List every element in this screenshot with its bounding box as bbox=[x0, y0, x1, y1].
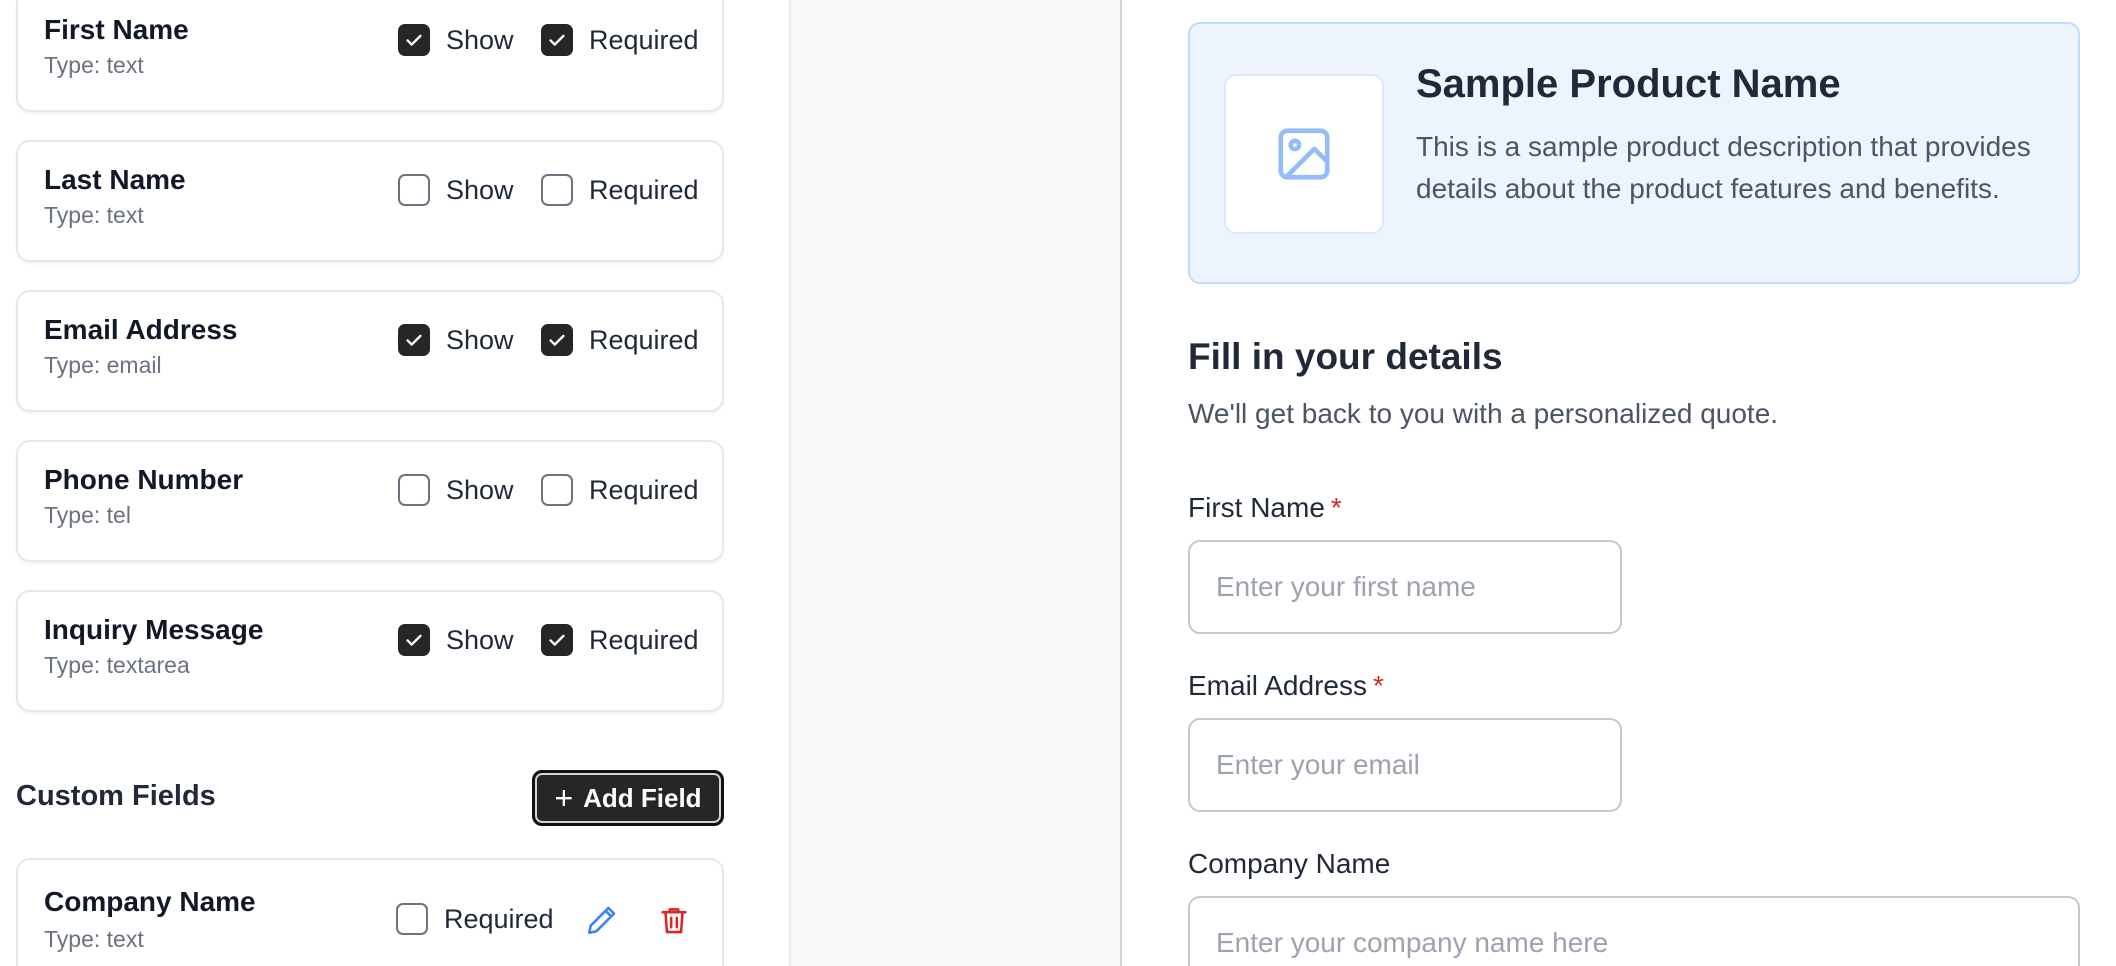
show-toggle-inquiry-message[interactable]: Show bbox=[398, 623, 514, 657]
label-text: First Name bbox=[1188, 492, 1325, 523]
show-checkbox[interactable] bbox=[398, 174, 430, 206]
required-toggle-inquiry-message[interactable]: Required bbox=[541, 623, 699, 657]
first-name-input[interactable] bbox=[1188, 540, 1622, 634]
field-type: Type: textarea bbox=[44, 652, 190, 678]
required-toggle-last-name[interactable]: Required bbox=[541, 173, 699, 207]
company-name-label: Company Name bbox=[1188, 848, 1390, 880]
field-name: Email Address bbox=[44, 314, 238, 345]
email-input[interactable] bbox=[1188, 718, 1622, 812]
required-checkbox[interactable] bbox=[541, 474, 573, 506]
show-checkbox[interactable] bbox=[398, 24, 430, 56]
label-text: Email Address bbox=[1188, 670, 1367, 701]
form-preview-panel: Sample Product Name This is a sample pro… bbox=[1124, 0, 2116, 966]
required-label: Required bbox=[589, 24, 699, 55]
label-text: Company Name bbox=[1188, 848, 1391, 879]
required-label: Required bbox=[589, 174, 699, 205]
show-label: Show bbox=[446, 624, 514, 655]
field-name: Company Name bbox=[44, 886, 256, 917]
email-address-label: Email Address * bbox=[1188, 670, 1384, 702]
field-type: Type: text bbox=[44, 926, 144, 952]
field-type: Type: text bbox=[44, 52, 144, 78]
check-icon bbox=[549, 34, 565, 46]
field-name: First Name bbox=[44, 14, 189, 45]
required-checkbox[interactable] bbox=[541, 174, 573, 206]
required-label: Required bbox=[589, 474, 699, 505]
panel-divider bbox=[789, 0, 1122, 966]
required-checkbox[interactable] bbox=[396, 903, 428, 935]
field-card-inquiry-message: Inquiry Message Type: textarea Show Requ… bbox=[16, 590, 724, 712]
image-icon bbox=[1278, 128, 1330, 180]
field-type: Type: email bbox=[44, 352, 162, 378]
first-name-label: First Name * bbox=[1188, 492, 1342, 524]
required-star: * bbox=[1330, 492, 1342, 523]
check-icon bbox=[549, 634, 565, 646]
required-star: * bbox=[1372, 670, 1384, 701]
custom-field-card-company-name: Company Name Type: text Required bbox=[16, 858, 724, 966]
product-description: This is a sample product description tha… bbox=[1416, 131, 2031, 204]
check-icon bbox=[406, 34, 422, 46]
show-label: Show bbox=[446, 174, 514, 205]
field-card-email-address: Email Address Type: email Show Required bbox=[16, 290, 724, 412]
required-toggle-first-name[interactable]: Required bbox=[541, 23, 699, 57]
show-checkbox[interactable] bbox=[398, 624, 430, 656]
form-subtitle: We'll get back to you with a personalize… bbox=[1188, 398, 1779, 429]
product-image-placeholder bbox=[1224, 74, 1384, 234]
field-card-last-name: Last Name Type: text Show Required bbox=[16, 140, 724, 262]
field-card-phone-number: Phone Number Type: tel Show Required bbox=[16, 440, 724, 562]
field-type: Type: text bbox=[44, 202, 144, 228]
add-field-label: Add Field bbox=[583, 782, 702, 813]
show-checkbox[interactable] bbox=[398, 474, 430, 506]
product-card: Sample Product Name This is a sample pro… bbox=[1188, 22, 2080, 284]
plus-icon: + bbox=[554, 780, 574, 816]
show-toggle-first-name[interactable]: Show bbox=[398, 23, 514, 57]
check-icon bbox=[549, 334, 565, 346]
required-toggle-phone-number[interactable]: Required bbox=[541, 473, 699, 507]
edit-field-button[interactable] bbox=[582, 900, 622, 940]
add-field-button[interactable]: + Add Field bbox=[532, 770, 724, 826]
trash-icon bbox=[661, 908, 687, 934]
required-checkbox[interactable] bbox=[541, 24, 573, 56]
required-checkbox[interactable] bbox=[541, 624, 573, 656]
field-name: Last Name bbox=[44, 164, 186, 195]
required-toggle-company-name[interactable]: Required bbox=[396, 902, 554, 936]
custom-fields-title: Custom Fields bbox=[16, 780, 216, 812]
required-label: Required bbox=[589, 324, 699, 355]
show-toggle-phone-number[interactable]: Show bbox=[398, 473, 514, 507]
company-name-input[interactable] bbox=[1188, 896, 2080, 966]
required-label: Required bbox=[589, 624, 699, 655]
field-type: Type: tel bbox=[44, 502, 131, 528]
field-settings-panel: First Name Type: text Show Required Last… bbox=[0, 0, 789, 966]
delete-field-button[interactable] bbox=[654, 900, 694, 940]
required-toggle-email-address[interactable]: Required bbox=[541, 323, 699, 357]
show-checkbox[interactable] bbox=[398, 324, 430, 356]
product-name: Sample Product Name bbox=[1416, 62, 1841, 106]
show-label: Show bbox=[446, 24, 514, 55]
field-card-first-name: First Name Type: text Show Required bbox=[16, 0, 724, 112]
required-checkbox[interactable] bbox=[541, 324, 573, 356]
show-toggle-email-address[interactable]: Show bbox=[398, 323, 514, 357]
show-label: Show bbox=[446, 474, 514, 505]
check-icon bbox=[406, 334, 422, 346]
show-label: Show bbox=[446, 324, 514, 355]
required-label: Required bbox=[444, 903, 554, 934]
show-toggle-last-name[interactable]: Show bbox=[398, 173, 514, 207]
form-title: Fill in your details bbox=[1188, 336, 1503, 377]
field-name: Inquiry Message bbox=[44, 614, 264, 645]
field-name: Phone Number bbox=[44, 464, 244, 495]
check-icon bbox=[406, 634, 422, 646]
pencil-icon bbox=[587, 906, 616, 935]
